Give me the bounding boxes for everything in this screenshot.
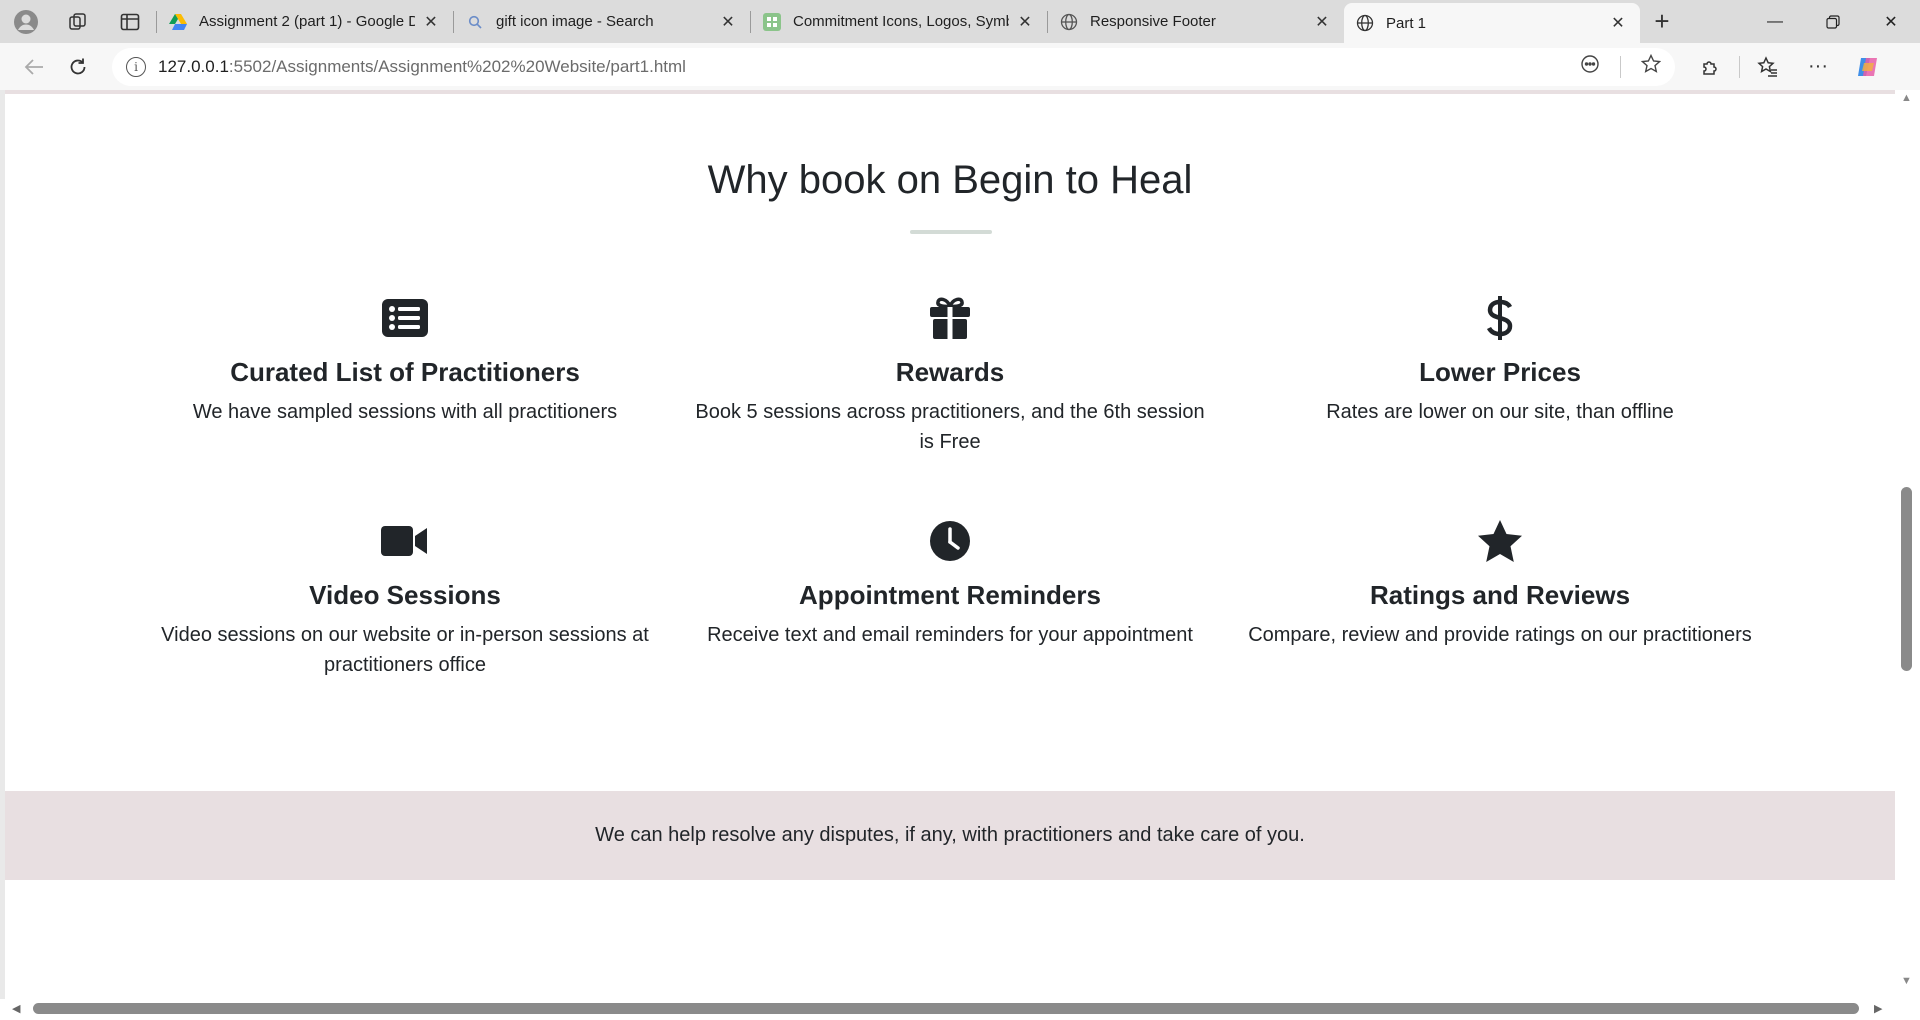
feature-text: Video sessions on our website or in-pers…: [161, 624, 649, 676]
close-icon[interactable]: ✕: [1312, 12, 1332, 32]
workspaces-icon[interactable]: [52, 0, 104, 43]
scroll-right-icon[interactable]: ▶: [1874, 1002, 1882, 1015]
feature-rewards: Rewards Book 5 sessions across practitio…: [680, 295, 1220, 457]
gift-icon: [680, 295, 1220, 341]
section-title: Why book on Begin to Heal: [707, 158, 1193, 202]
feature-title: Video Sessions: [309, 580, 501, 610]
clock-icon: [680, 518, 1220, 564]
feature-appointment-reminders: Appointment Reminders Receive text and e…: [680, 518, 1220, 650]
vertical-tabs-icon[interactable]: [104, 0, 156, 43]
previous-section-edge: [5, 90, 1895, 94]
tab-title: Responsive Footer: [1090, 13, 1216, 30]
feature-title: Curated List of Practitioners: [230, 357, 580, 387]
tab-responsive-footer[interactable]: Responsive Footer ✕: [1048, 0, 1344, 43]
tab-title: Part 1: [1386, 14, 1427, 32]
more-options-icon[interactable]: ···: [1796, 47, 1840, 87]
feature-ratings-reviews: Ratings and Reviews Compare, review and …: [1230, 518, 1770, 650]
window-close-icon[interactable]: ✕: [1862, 0, 1920, 43]
restore-icon[interactable]: [1804, 0, 1862, 43]
video-camera-icon: [135, 518, 675, 564]
feature-title: Lower Prices: [1419, 357, 1581, 387]
feature-text: Rates are lower on our site, than offlin…: [1326, 401, 1674, 423]
profile-icon[interactable]: [0, 0, 52, 43]
tab-commitment-icons[interactable]: Commitment Icons, Logos, Symbo ✕: [751, 0, 1047, 43]
back-arrow-icon[interactable]: [12, 45, 56, 89]
close-icon[interactable]: ✕: [1015, 12, 1035, 32]
horizontal-scrollbar[interactable]: ◀ ▶: [0, 999, 1895, 1020]
minimize-icon[interactable]: —: [1746, 0, 1804, 43]
tab-google-drive[interactable]: Assignment 2 (part 1) - Google Dr ✕: [157, 0, 453, 43]
close-icon[interactable]: ✕: [1608, 13, 1628, 33]
feature-video-sessions: Video Sessions Video sessions on our web…: [135, 518, 675, 680]
scroll-left-icon[interactable]: ◀: [12, 1002, 20, 1015]
refresh-icon[interactable]: [56, 45, 100, 89]
feature-curated-list: Curated List of Practitioners We have sa…: [135, 295, 675, 427]
horizontal-scroll-thumb[interactable]: [33, 1003, 1859, 1014]
feature-title: Rewards: [895, 357, 1005, 387]
tab-part-1[interactable]: Part 1 ✕: [1344, 3, 1640, 43]
star-icon: [1230, 518, 1770, 564]
divider: [1739, 55, 1740, 78]
page-viewport: Why book on Begin to Heal Curated List o…: [5, 90, 1895, 999]
url-path: :5502/Assignments/Assignment%202%20Websi…: [228, 56, 686, 76]
tab-title: gift icon image - Search: [496, 13, 654, 30]
google-drive-icon: [169, 13, 187, 31]
url-host: 127.0.0.1: [158, 56, 229, 76]
feature-text: We have sampled sessions with all practi…: [192, 401, 618, 423]
vertical-scrollbar[interactable]: ▲ ▼: [1895, 90, 1920, 999]
globe-icon: [1060, 13, 1078, 31]
vertical-scroll-thumb[interactable]: [1901, 487, 1912, 671]
tab-title: Assignment 2 (part 1) - Google Dr: [199, 13, 415, 30]
window-controls: — ✕: [1746, 0, 1920, 43]
favorites-icon[interactable]: [1746, 47, 1790, 87]
feature-text: Receive text and email reminders for you…: [707, 624, 1193, 646]
browser-tab-bar: Assignment 2 (part 1) - Google Dr ✕ gift…: [0, 0, 1920, 43]
feature-text: Compare, review and provide ratings on o…: [1248, 624, 1752, 646]
feature-title: Appointment Reminders: [799, 580, 1101, 610]
search-icon: [466, 13, 484, 31]
extensions-icon[interactable]: [1689, 47, 1733, 87]
tab-search[interactable]: gift icon image - Search ✕: [454, 0, 750, 43]
address-bar-row: i 127.0.0.1:5502/Assignments/Assignment%…: [0, 43, 1920, 90]
scroll-down-icon[interactable]: ▼: [1901, 975, 1912, 987]
scroll-up-icon[interactable]: ▲: [1901, 92, 1912, 104]
new-tab-button[interactable]: +: [1640, 0, 1684, 43]
dispute-banner: We can help resolve any disputes, if any…: [5, 791, 1895, 880]
banner-text: We can help resolve any disputes, if any…: [595, 824, 1305, 846]
url-field[interactable]: i 127.0.0.1:5502/Assignments/Assignment%…: [112, 47, 1675, 86]
dollar-icon: [1230, 295, 1770, 341]
globe-icon: [1356, 14, 1374, 32]
feature-lower-prices: Lower Prices Rates are lower on our site…: [1230, 295, 1770, 427]
favorite-star-icon[interactable]: [1640, 53, 1662, 80]
divider: [1620, 55, 1621, 78]
feature-text: Book 5 sessions across practitioners, an…: [695, 401, 1205, 453]
list-icon: [135, 295, 675, 341]
tab-title: Commitment Icons, Logos, Symbo: [793, 13, 1009, 30]
site-info-icon[interactable]: i: [126, 56, 146, 77]
feature-title: Ratings and Reviews: [1369, 580, 1631, 610]
reading-view-icon[interactable]: [1580, 54, 1600, 80]
title-underline: [910, 230, 992, 234]
copilot-icon[interactable]: [1846, 47, 1890, 87]
sheet-icon: [763, 12, 781, 31]
close-icon[interactable]: ✕: [718, 12, 738, 32]
close-icon[interactable]: ✕: [421, 12, 441, 32]
